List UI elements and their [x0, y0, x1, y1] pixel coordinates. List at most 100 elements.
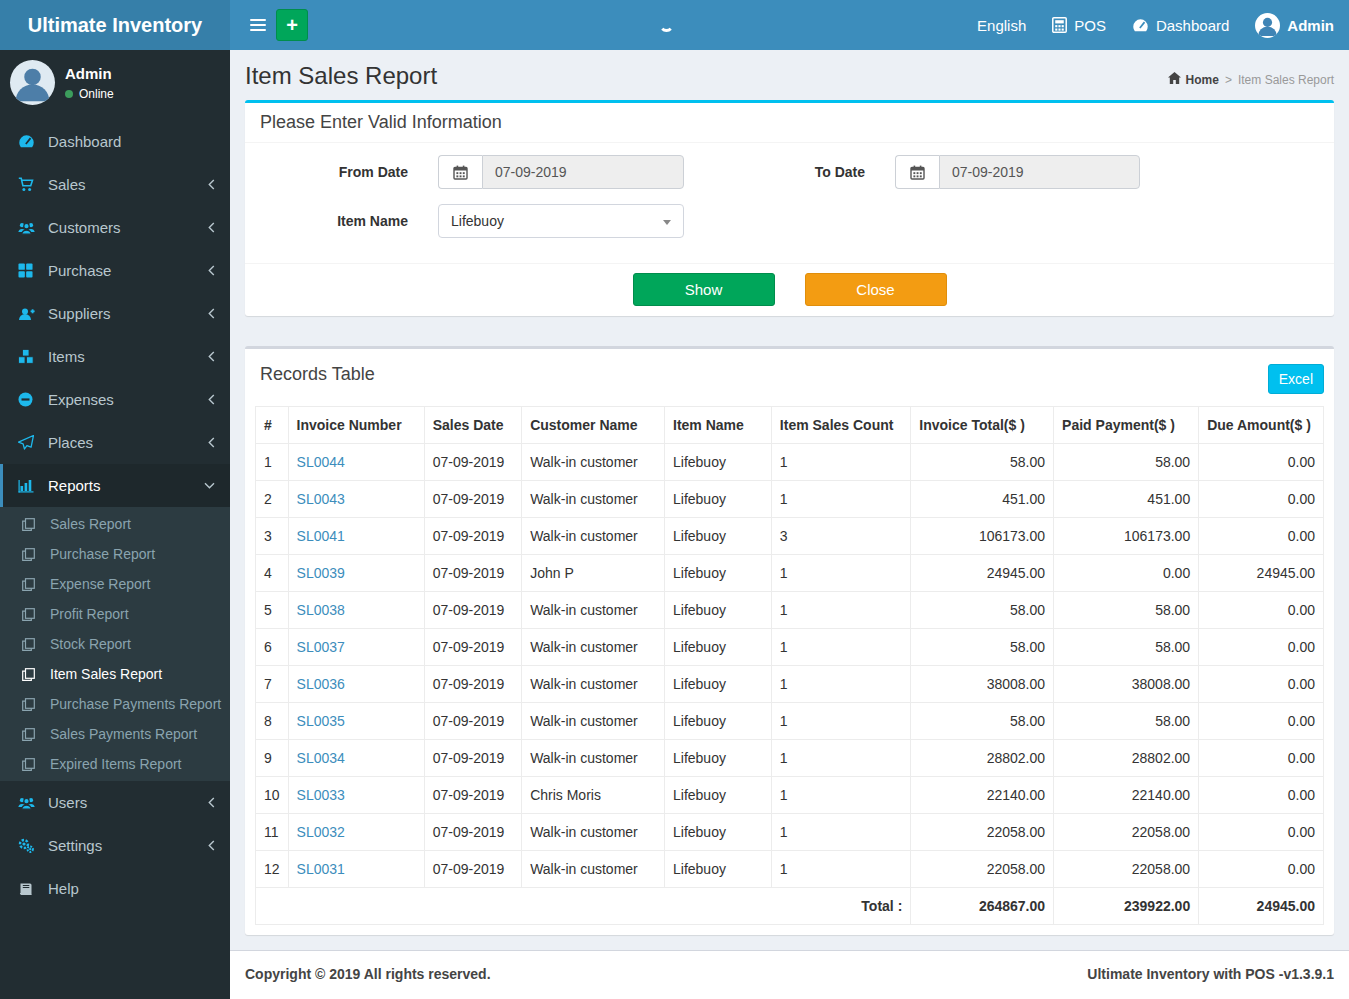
sidebar-item-expenses[interactable]: Expenses	[0, 378, 230, 421]
to-date-label: To Date	[714, 164, 865, 180]
column-header[interactable]: Due Amount($ )	[1199, 407, 1324, 444]
submenu-item-sales-payments-report[interactable]: Sales Payments Report	[0, 719, 230, 749]
sidebar-menu: Dashboard Sales Customers Purchase	[0, 120, 230, 910]
breadcrumb-home-link[interactable]: Home	[1168, 72, 1219, 87]
table-row: 11 SL0032 07-09-2019 Walk-in customer Li…	[256, 814, 1324, 851]
invoice-total-cell: 58.00	[911, 592, 1054, 629]
table-header-row: #Invoice NumberSales DateCustomer NameIt…	[256, 407, 1324, 444]
sidebar-item-purchase[interactable]: Purchase	[0, 249, 230, 292]
column-header[interactable]: Invoice Total($ )	[911, 407, 1054, 444]
item-name-select[interactable]: Lifebuoy	[438, 204, 684, 238]
invoice-cell: SL0037	[288, 629, 424, 666]
due-amount-cell: 0.00	[1199, 703, 1324, 740]
sidebar-item-places[interactable]: Places	[0, 421, 230, 464]
invoice-cell: SL0039	[288, 555, 424, 592]
page-title: Item Sales Report	[245, 62, 437, 90]
item-name-cell: Lifebuoy	[665, 814, 772, 851]
sales-date-cell: 07-09-2019	[424, 740, 521, 777]
invoice-link[interactable]: SL0034	[297, 750, 345, 766]
invoice-link[interactable]: SL0035	[297, 713, 345, 729]
copy-icon	[22, 608, 44, 621]
due-amount-cell: 0.00	[1199, 777, 1324, 814]
column-header[interactable]: Item Sales Count	[771, 407, 910, 444]
chevron-left-icon	[208, 351, 215, 362]
sidebar: Admin Online Dashboard Sales Customers	[0, 50, 230, 999]
customer-name-cell: Walk-in customer	[522, 592, 665, 629]
paid-payment-cell: 22058.00	[1054, 851, 1199, 888]
invoice-link[interactable]: SL0037	[297, 639, 345, 655]
sidebar-item-users[interactable]: Users	[0, 781, 230, 824]
quick-add-button[interactable]: +	[276, 9, 308, 41]
sidebar-item-settings[interactable]: Settings	[0, 824, 230, 867]
submenu-item-stock-report[interactable]: Stock Report	[0, 629, 230, 659]
app-logo[interactable]: Ultimate Inventory	[0, 0, 230, 50]
from-date-input[interactable]	[482, 155, 684, 189]
invoice-total-cell: 24945.00	[911, 555, 1054, 592]
language-menu[interactable]: English	[964, 0, 1039, 50]
invoice-link[interactable]: SL0043	[297, 491, 345, 507]
table-row: 8 SL0035 07-09-2019 Walk-in customer Lif…	[256, 703, 1324, 740]
caret-down-icon	[663, 220, 671, 225]
excel-export-button[interactable]: Excel	[1268, 364, 1324, 394]
sidebar-item-customers[interactable]: Customers	[0, 206, 230, 249]
submenu-item-purchase-payments-report[interactable]: Purchase Payments Report	[0, 689, 230, 719]
due-amount-cell: 24945.00	[1199, 555, 1324, 592]
sidebar-item-sales[interactable]: Sales	[0, 163, 230, 206]
sidebar-item-suppliers[interactable]: Suppliers	[0, 292, 230, 335]
minus-circle-icon	[18, 392, 39, 407]
submenu-item-expense-report[interactable]: Expense Report	[0, 569, 230, 599]
column-header[interactable]: Sales Date	[424, 407, 521, 444]
due-amount-cell: 0.00	[1199, 740, 1324, 777]
user-menu[interactable]: Admin	[1242, 0, 1347, 50]
sidebar-user-status[interactable]: Online	[65, 87, 114, 101]
sidebar-item-dashboard[interactable]: Dashboard	[0, 120, 230, 163]
invoice-link[interactable]: SL0038	[297, 602, 345, 618]
column-header[interactable]: Paid Payment($ )	[1054, 407, 1199, 444]
due-amount-cell: 0.00	[1199, 592, 1324, 629]
users-icon	[18, 221, 39, 235]
submenu-item-expired-items-report[interactable]: Expired Items Report	[0, 749, 230, 779]
sidebar-item-items[interactable]: Items	[0, 335, 230, 378]
chevron-down-icon	[204, 482, 215, 489]
close-button[interactable]: Close	[805, 273, 947, 306]
to-date-input[interactable]	[939, 155, 1140, 189]
navbar-right: English POS Dashboard Admin	[964, 0, 1347, 50]
sidebar-toggle-button[interactable]	[240, 0, 276, 50]
dashboard-link[interactable]: Dashboard	[1119, 0, 1242, 50]
submenu-item-item-sales-report[interactable]: Item Sales Report	[0, 659, 230, 689]
invoice-link[interactable]: SL0041	[297, 528, 345, 544]
invoice-total-cell: 28802.00	[911, 740, 1054, 777]
copy-icon	[22, 668, 44, 681]
paid-payment-cell: 28802.00	[1054, 740, 1199, 777]
invoice-link[interactable]: SL0033	[297, 787, 345, 803]
sidebar-item-reports[interactable]: Reports	[0, 464, 230, 507]
language-label: English	[977, 17, 1026, 34]
invoice-link[interactable]: SL0032	[297, 824, 345, 840]
item-name-cell: Lifebuoy	[665, 666, 772, 703]
pos-link[interactable]: POS	[1039, 0, 1119, 50]
column-header[interactable]: #	[256, 407, 289, 444]
submenu-item-sales-report[interactable]: Sales Report	[0, 509, 230, 539]
show-button[interactable]: Show	[633, 273, 775, 306]
chevron-left-icon	[208, 222, 215, 233]
column-header[interactable]: Customer Name	[522, 407, 665, 444]
item-sales-count-cell: 1	[771, 740, 910, 777]
customer-name-cell: Walk-in customer	[522, 444, 665, 481]
sidebar-item-help[interactable]: Help	[0, 867, 230, 910]
invoice-link[interactable]: SL0044	[297, 454, 345, 470]
row-number-cell: 11	[256, 814, 289, 851]
invoice-cell: SL0032	[288, 814, 424, 851]
item-name-cell: Lifebuoy	[665, 481, 772, 518]
column-header[interactable]: Item Name	[665, 407, 772, 444]
item-name-cell: Lifebuoy	[665, 518, 772, 555]
item-sales-count-cell: 1	[771, 629, 910, 666]
invoice-link[interactable]: SL0036	[297, 676, 345, 692]
sales-date-cell: 07-09-2019	[424, 592, 521, 629]
invoice-link[interactable]: SL0039	[297, 565, 345, 581]
submenu-item-profit-report[interactable]: Profit Report	[0, 599, 230, 629]
column-header[interactable]: Invoice Number	[288, 407, 424, 444]
submenu-item-purchase-report[interactable]: Purchase Report	[0, 539, 230, 569]
sales-date-cell: 07-09-2019	[424, 814, 521, 851]
invoice-link[interactable]: SL0031	[297, 861, 345, 877]
item-sales-count-cell: 1	[771, 592, 910, 629]
